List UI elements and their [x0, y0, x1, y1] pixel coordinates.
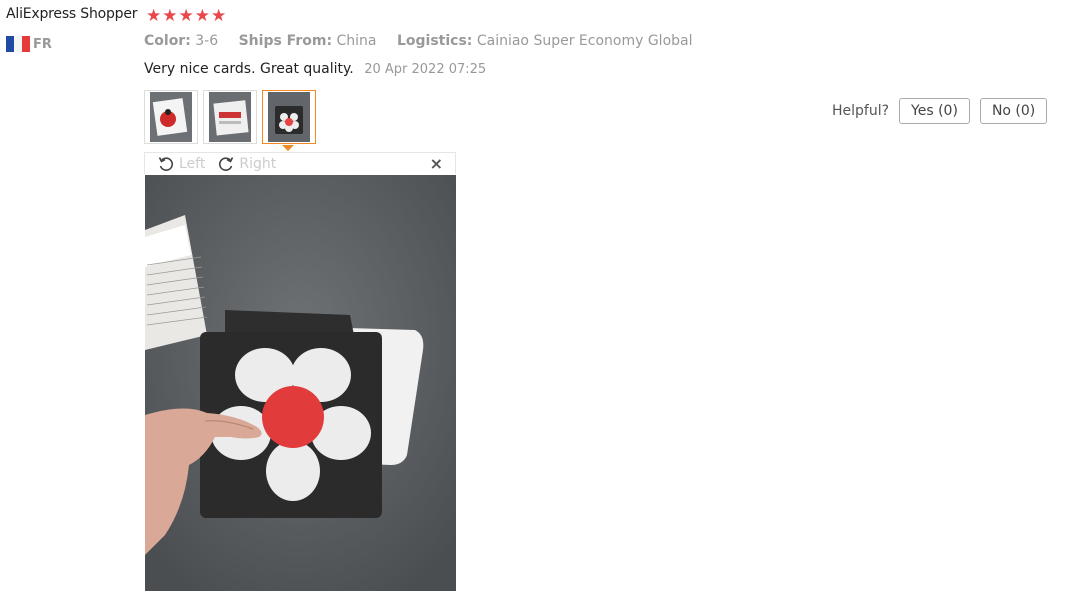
rotate-right-label: Right: [239, 155, 277, 172]
country-code: FR: [33, 36, 52, 52]
france-flag-icon: [6, 36, 30, 52]
helpful-no-button[interactable]: No (0): [979, 98, 1048, 124]
review-thumbnail[interactable]: [203, 90, 257, 144]
review-thumbnails: [144, 90, 316, 144]
attr-value: Cainiao Super Economy Global: [476, 33, 693, 49]
card-box-thumbnail-icon: [209, 92, 251, 142]
helpful-votes: Helpful? Yes (0) No (0): [832, 98, 1048, 124]
flower-card-photo: [145, 175, 456, 591]
active-thumbnail-pointer: [282, 145, 294, 151]
rotate-right-icon: [219, 156, 234, 171]
flower-card-thumbnail-icon: [268, 92, 310, 142]
star-icon: ★: [146, 6, 162, 26]
attr-value: China: [336, 33, 377, 49]
helpful-yes-button[interactable]: Yes (0): [899, 98, 970, 124]
image-viewer-toolbar: Left Right ×: [144, 152, 456, 174]
star-icon: ★: [194, 6, 210, 26]
review-date: 20 Apr 2022 07:25: [364, 62, 487, 77]
helpful-label: Helpful?: [832, 103, 890, 119]
review-text: Very nice cards. Great quality.: [144, 61, 354, 77]
order-attributes: Color: 3-6 Ships From: China Logistics: …: [144, 33, 709, 49]
close-viewer-icon[interactable]: ×: [430, 154, 443, 173]
star-icon: ★: [178, 6, 194, 26]
review-thumbnail[interactable]: [144, 90, 198, 144]
rotate-left-button[interactable]: Left: [157, 155, 205, 173]
reviewer-country: FR: [6, 36, 52, 52]
review-photo: [145, 175, 456, 591]
attr-key: Logistics:: [396, 33, 473, 49]
star-icon: ★: [162, 6, 178, 26]
star-rating: ★ ★ ★ ★ ★: [146, 8, 226, 25]
star-icon: ★: [211, 6, 227, 26]
reviewer-name: AliExpress Shopper: [6, 6, 138, 22]
attr-key: Ships From:: [238, 33, 333, 49]
rotate-left-label: Left: [179, 155, 206, 172]
ladybug-card-thumbnail-icon: [150, 92, 192, 142]
review-content: Very nice cards. Great quality. 20 Apr 2…: [144, 61, 486, 77]
attr-key: Color:: [144, 33, 191, 49]
attr-value: 3-6: [195, 33, 219, 49]
rotate-right-button[interactable]: Right: [217, 155, 276, 173]
rotate-left-icon: [158, 156, 173, 171]
review-thumbnail-active[interactable]: [262, 90, 316, 144]
